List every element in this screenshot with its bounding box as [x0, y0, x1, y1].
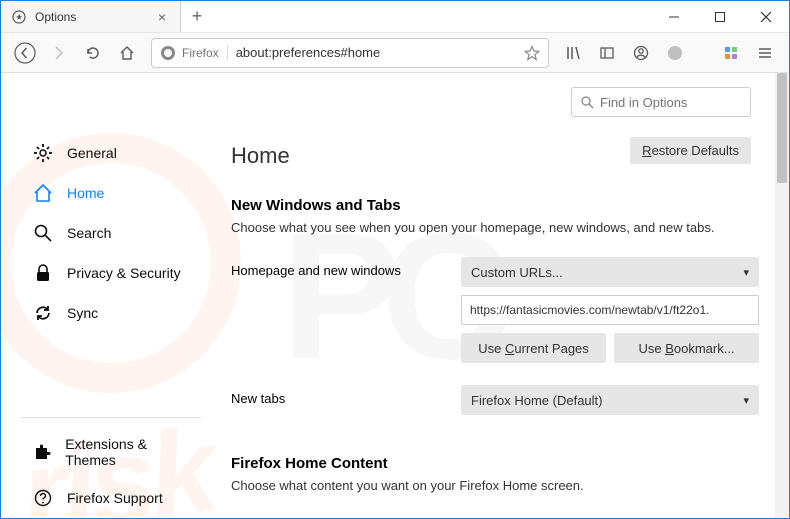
sidebar-item-label: Sync — [67, 305, 98, 321]
sidebar-item-extensions[interactable]: Extensions & Themes — [9, 426, 213, 478]
extension-icon[interactable] — [659, 37, 691, 69]
puzzle-icon — [33, 442, 51, 462]
preferences-sidebar: General Home Search Privacy & Security S… — [1, 73, 221, 518]
section-desc: Choose what you see when you open your h… — [231, 220, 759, 235]
content-area: PC risk General Home Search Privacy & Se… — [1, 73, 789, 518]
sidebar-item-label: Firefox Support — [67, 490, 163, 506]
minimize-button[interactable] — [651, 1, 697, 32]
sidebar-item-support[interactable]: Firefox Support — [9, 478, 213, 518]
section-desc: Choose what content you want on your Fir… — [231, 478, 759, 493]
firefox-logo-icon — [160, 45, 176, 61]
newtabs-label: New tabs — [231, 385, 461, 406]
sidebar-item-general[interactable]: General — [9, 133, 213, 173]
tab-close-icon[interactable]: × — [154, 9, 170, 25]
restore-defaults-button[interactable]: Restore Defaults — [630, 137, 751, 164]
sidebar-item-search[interactable]: Search — [9, 213, 213, 253]
sidebar-item-home[interactable]: Home — [9, 173, 213, 213]
browser-tab[interactable]: Options × — [1, 1, 181, 32]
use-current-pages-button[interactable]: Use Current Pages — [461, 333, 606, 363]
titlebar: Options × + — [1, 1, 789, 33]
identity-box[interactable]: Firefox — [160, 45, 228, 61]
homepage-row: Homepage and new windows Custom URLs... … — [231, 257, 759, 363]
home-button[interactable] — [111, 37, 143, 69]
back-button[interactable] — [9, 37, 41, 69]
sidebar-item-label: Privacy & Security — [67, 265, 181, 281]
homepage-dropdown[interactable]: Custom URLs... ▾ — [461, 257, 759, 287]
section-title: New Windows and Tabs — [231, 197, 759, 214]
close-window-button[interactable] — [743, 1, 789, 32]
sidebar-item-label: Extensions & Themes — [65, 436, 189, 468]
main-panel: Home Restore Defaults New Windows and Ta… — [221, 73, 789, 518]
sync-icon — [33, 303, 53, 323]
newtabs-row: New tabs Firefox Home (Default) ▾ — [231, 385, 759, 415]
extension2-icon[interactable] — [715, 37, 747, 69]
url-bar[interactable]: Firefox — [151, 38, 549, 68]
sidebar-item-label: General — [67, 145, 117, 161]
library-button[interactable] — [557, 37, 589, 69]
help-icon — [33, 488, 53, 508]
toolbar: Firefox — [1, 33, 789, 73]
homepage-url-input[interactable] — [461, 295, 759, 325]
tab-favicon-icon — [11, 9, 27, 25]
homepage-label: Homepage and new windows — [231, 257, 461, 278]
new-tab-button[interactable]: + — [181, 1, 213, 32]
window-controls — [651, 1, 789, 32]
identity-label: Firefox — [182, 46, 219, 60]
search-icon — [33, 223, 53, 243]
sidebar-toggle-button[interactable] — [591, 37, 623, 69]
dropdown-value: Custom URLs... — [471, 265, 563, 280]
chevron-down-icon: ▾ — [743, 394, 749, 407]
reload-button[interactable] — [77, 37, 109, 69]
sidebar-item-sync[interactable]: Sync — [9, 293, 213, 333]
forward-button[interactable] — [43, 37, 75, 69]
sidebar-item-label: Search — [67, 225, 111, 241]
home-icon — [33, 183, 53, 203]
section-title: Firefox Home Content — [231, 455, 759, 472]
bookmark-star-icon[interactable] — [524, 45, 540, 61]
url-input[interactable] — [236, 45, 524, 60]
sidebar-divider — [21, 417, 201, 418]
menu-button[interactable] — [749, 37, 781, 69]
chevron-down-icon: ▾ — [743, 266, 749, 279]
newtabs-dropdown[interactable]: Firefox Home (Default) ▾ — [461, 385, 759, 415]
lock-icon — [33, 263, 53, 283]
titlebar-spacer — [213, 1, 651, 32]
tab-title: Options — [35, 10, 154, 24]
account-button[interactable] — [625, 37, 657, 69]
gear-icon — [33, 143, 53, 163]
find-input[interactable] — [600, 95, 776, 110]
sidebar-item-label: Home — [67, 185, 104, 201]
use-bookmark-button[interactable]: Use Bookmark... — [614, 333, 759, 363]
search-icon — [580, 95, 594, 109]
find-in-options[interactable] — [571, 87, 751, 117]
dropdown-value: Firefox Home (Default) — [471, 393, 602, 408]
maximize-button[interactable] — [697, 1, 743, 32]
sidebar-item-privacy[interactable]: Privacy & Security — [9, 253, 213, 293]
